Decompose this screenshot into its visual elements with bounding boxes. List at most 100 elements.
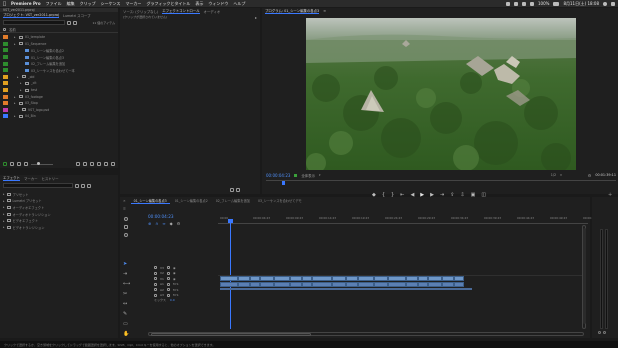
mute-solo-buttons[interactable]: M S xyxy=(173,288,178,292)
video-clip[interactable] xyxy=(388,276,406,281)
tab-sequence-3[interactable]: 02_フレーム編集を追加 xyxy=(213,198,253,203)
disclosure-triangle-icon[interactable]: ▸ xyxy=(3,212,5,216)
hand-tool-icon[interactable]: ✋ xyxy=(123,331,130,337)
menubar-clock[interactable]: 8月11日(土) 18:08 xyxy=(563,1,599,7)
audio-clip[interactable] xyxy=(238,282,250,287)
disclosure-triangle-icon[interactable]: ▸ xyxy=(14,35,17,39)
track-output-icon[interactable]: ◉ xyxy=(173,266,176,270)
effects-folder[interactable]: ▸ プリセット xyxy=(3,191,118,198)
solo-left-button[interactable] xyxy=(598,331,601,334)
audio-clip[interactable] xyxy=(428,282,442,287)
trash-icon[interactable] xyxy=(111,162,115,166)
label-color-swatch[interactable] xyxy=(3,114,8,119)
mute-solo-buttons[interactable]: M S xyxy=(173,282,178,286)
track-label[interactable]: A3 xyxy=(160,293,164,297)
project-item[interactable]: ▸ _cit xyxy=(3,80,118,87)
timeline-playhead-handle[interactable] xyxy=(228,219,233,223)
video-clip[interactable] xyxy=(428,276,442,281)
add-marker-timeline-icon[interactable]: ◆ xyxy=(170,221,173,226)
yuv-effects-icon[interactable] xyxy=(87,183,91,188)
mute-solo-buttons[interactable]: M S xyxy=(173,293,178,297)
label-color-swatch[interactable] xyxy=(3,61,8,66)
zoom-slider[interactable] xyxy=(31,162,53,165)
project-item[interactable]: VST_logo.psd xyxy=(3,107,118,114)
audio-clip[interactable] xyxy=(332,282,346,287)
audio-clip[interactable] xyxy=(346,282,358,287)
eye-icon[interactable] xyxy=(166,266,170,270)
project-item[interactable]: ▸ _old xyxy=(3,74,118,81)
video-clip[interactable] xyxy=(358,276,374,281)
horizontal-scroll-thumb[interactable] xyxy=(151,333,311,336)
program-playhead[interactable] xyxy=(282,181,285,185)
battery-icon[interactable] xyxy=(553,1,560,6)
mute-icon[interactable] xyxy=(166,288,170,292)
mute-icon[interactable] xyxy=(166,282,170,286)
new-item-icon[interactable] xyxy=(104,162,108,166)
project-item[interactable]: ▸ test xyxy=(3,87,118,94)
program-menu-icon[interactable]: ≡ xyxy=(323,9,326,13)
app-menu[interactable]: Premiere Pro xyxy=(11,1,41,6)
video-clip[interactable] xyxy=(220,276,238,281)
automate-to-sequence-icon[interactable] xyxy=(83,162,87,166)
label-color-swatch[interactable] xyxy=(3,74,8,79)
track-lock-icon[interactable] xyxy=(154,271,157,275)
audio-clip[interactable] xyxy=(374,282,388,287)
track-output-icon[interactable]: ◉ xyxy=(173,277,176,281)
freeform-view-icon[interactable] xyxy=(24,162,28,166)
eye-icon[interactable] xyxy=(166,277,170,281)
track-lock-icon[interactable] xyxy=(154,282,157,286)
menu-marker[interactable]: マーカー xyxy=(125,1,141,7)
timeline-ruler[interactable]: 00:00 00:00:04:23 00:00:09:23 00:00:14:23 00… xyxy=(218,216,600,224)
sort-icons-icon[interactable] xyxy=(76,162,80,166)
solo-right-button[interactable] xyxy=(603,331,606,334)
search-icon[interactable] xyxy=(603,1,607,6)
audio-clip[interactable] xyxy=(406,282,418,287)
track-label[interactable]: A1 xyxy=(160,282,164,286)
tab-effects[interactable]: エフェクト xyxy=(3,175,20,181)
audio-clip[interactable] xyxy=(388,282,406,287)
effect-controls-filter-icon[interactable] xyxy=(122,191,130,194)
project-item[interactable]: ▸ 03_Stop xyxy=(3,100,118,107)
track-targeting-icon[interactable] xyxy=(124,217,128,221)
effects-folder[interactable]: ▸ ビデオエフェクト xyxy=(3,217,118,224)
project-item[interactable]: ▸ 04_Bin xyxy=(3,113,118,120)
audio-clip[interactable] xyxy=(260,282,274,287)
video-clip[interactable] xyxy=(442,276,454,281)
resolution-chevron-icon[interactable]: ▾ xyxy=(560,173,562,177)
track-label[interactable]: V2 xyxy=(160,271,164,275)
video-clip[interactable] xyxy=(274,276,290,281)
tab-lumetri-scopes[interactable]: Lumetri スコープ xyxy=(63,13,90,18)
find-icon[interactable] xyxy=(90,162,94,166)
disclosure-triangle-icon[interactable]: ▸ xyxy=(3,192,5,196)
tab-sequence-2[interactable]: 01_シーン編集の各点2 xyxy=(172,198,211,203)
project-item[interactable]: ▸ 01_template xyxy=(3,34,118,41)
32bit-effects-icon[interactable] xyxy=(81,183,85,188)
menu-view[interactable]: 表示 xyxy=(195,1,203,7)
insert-edit-icon[interactable] xyxy=(294,173,298,177)
label-color-swatch[interactable] xyxy=(3,107,8,112)
disclosure-triangle-icon[interactable]: ▸ xyxy=(14,101,17,105)
disclosure-triangle-icon[interactable]: ▸ xyxy=(14,114,17,118)
effect-controls-settings-icon[interactable] xyxy=(230,188,234,192)
project-item[interactable]: ▸ 03_footage xyxy=(3,93,118,100)
disclosure-triangle-icon[interactable]: ▸ xyxy=(14,95,17,99)
master-volume-value[interactable]: 0.0 xyxy=(170,298,175,304)
tab-markers[interactable]: マーカー xyxy=(24,176,38,181)
dropbox-icon[interactable] xyxy=(506,1,510,6)
tab-source[interactable]: ソース: (クリップなし) xyxy=(123,9,158,14)
disclosure-triangle-icon[interactable]: ▸ xyxy=(20,81,23,85)
label-color-swatch[interactable] xyxy=(3,101,8,106)
menu-graphics[interactable]: グラフィックとタイトル xyxy=(146,1,190,7)
effects-folder[interactable]: ▸ オーディオトランジション xyxy=(3,211,118,218)
track-label[interactable]: A2 xyxy=(160,288,164,292)
selection-tool-icon[interactable]: ➤ xyxy=(123,261,130,267)
search-icon[interactable] xyxy=(67,20,71,25)
effects-folder[interactable]: ▸ オーディオエフェクト xyxy=(3,204,118,211)
tab-audio-mixer[interactable]: オーディオ xyxy=(204,9,221,14)
audio-clip[interactable] xyxy=(454,282,464,287)
fit-dropdown-chevron-icon[interactable]: ▾ xyxy=(319,173,321,177)
project-search-input[interactable] xyxy=(3,20,65,25)
rectangle-tool-icon[interactable]: ▭ xyxy=(123,321,130,327)
panel-expand-icon[interactable]: ▸ xyxy=(255,15,257,20)
audio-clip[interactable] xyxy=(220,282,238,287)
